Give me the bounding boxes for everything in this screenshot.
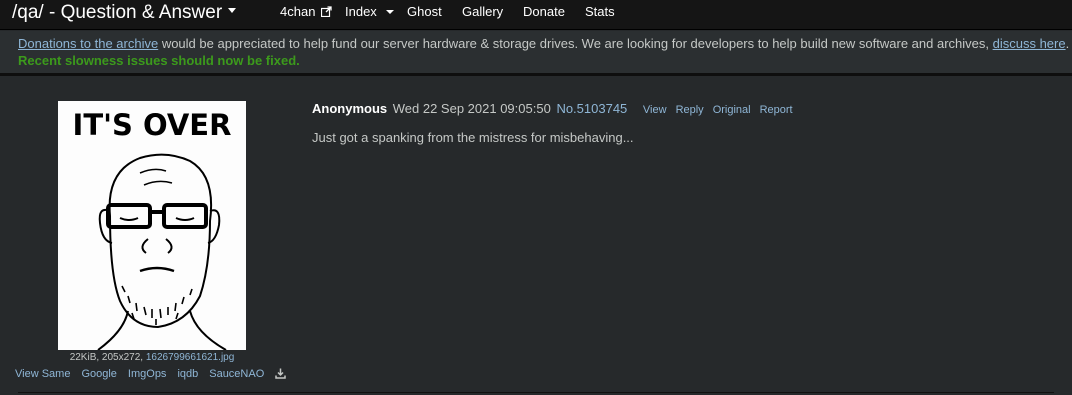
donations-link[interactable]: Donations to the archive	[18, 36, 158, 51]
post-number-link[interactable]: No.5103745	[556, 101, 627, 116]
report-button[interactable]: Report	[760, 104, 793, 116]
nav-gallery-link[interactable]: Gallery	[462, 4, 503, 20]
chevron-down-icon	[228, 8, 237, 14]
announcement-text: would be appreciated to help fund our se…	[158, 36, 993, 51]
announcement-end: .	[1065, 36, 1070, 51]
iqdb-link[interactable]: iqdb	[177, 368, 198, 380]
external-link-icon	[321, 6, 332, 17]
chevron-down-icon	[385, 9, 394, 14]
google-link[interactable]: Google	[81, 368, 116, 380]
nav-index-label: Index	[345, 4, 377, 19]
file-info: 22KiB, 205x272, 1626799661621.jpg	[0, 352, 304, 364]
file-size: 22KiB, 205x272,	[69, 352, 146, 363]
discuss-link[interactable]: discuss here	[993, 36, 1066, 51]
post-body: Just got a spanking from the mistress fo…	[312, 130, 634, 145]
post-header: Anonymous Wed 22 Sep 2021 09:05:50 No.51…	[312, 101, 802, 118]
post-divider	[18, 392, 1054, 393]
nav-4chan-label: 4chan	[280, 4, 316, 19]
top-navbar: /qa/ - Question & Answer 4chan Index Gho…	[0, 0, 1072, 30]
post-date: Wed 22 Sep 2021 09:05:50	[392, 101, 551, 116]
announcement-line: Donations to the archive would be apprec…	[18, 35, 1072, 52]
announcement-banner: Donations to the archive would be apprec…	[0, 31, 1072, 73]
nav-donate-link[interactable]: Donate	[523, 4, 565, 20]
imgops-link[interactable]: ImgOps	[128, 368, 167, 380]
nav-4chan-link[interactable]: 4chan	[280, 4, 332, 20]
view-same-link[interactable]: View Same	[15, 368, 70, 380]
nav-index-dropdown[interactable]: Index	[345, 4, 394, 20]
header-divider	[0, 73, 1072, 76]
board-title-dropdown[interactable]: /qa/ - Question & Answer	[12, 1, 237, 27]
download-icon[interactable]	[275, 368, 287, 379]
original-button[interactable]: Original	[713, 104, 751, 116]
nav-stats-link[interactable]: Stats	[585, 4, 615, 20]
post-author: Anonymous	[312, 101, 388, 116]
slowness-fixed-notice: Recent slowness issues should now be fix…	[18, 53, 300, 68]
wojak-meme-image: IT'S OVER	[58, 101, 246, 350]
reply-button[interactable]: Reply	[676, 104, 704, 116]
saucenao-link[interactable]: SauceNAO	[209, 368, 264, 380]
view-button[interactable]: View	[643, 104, 667, 116]
board-title: /qa/ - Question & Answer	[12, 2, 223, 23]
post-image-thumbnail[interactable]: IT'S OVER	[58, 101, 246, 350]
image-caption: IT'S OVER	[73, 108, 232, 142]
nav-ghost-link[interactable]: Ghost	[407, 4, 442, 20]
file-name-link[interactable]: 1626799661621.jpg	[146, 352, 234, 363]
post-actions: View Reply Original Report	[643, 104, 802, 116]
image-search-links: View Same Google ImgOps iqdb SauceNAO	[15, 368, 287, 381]
